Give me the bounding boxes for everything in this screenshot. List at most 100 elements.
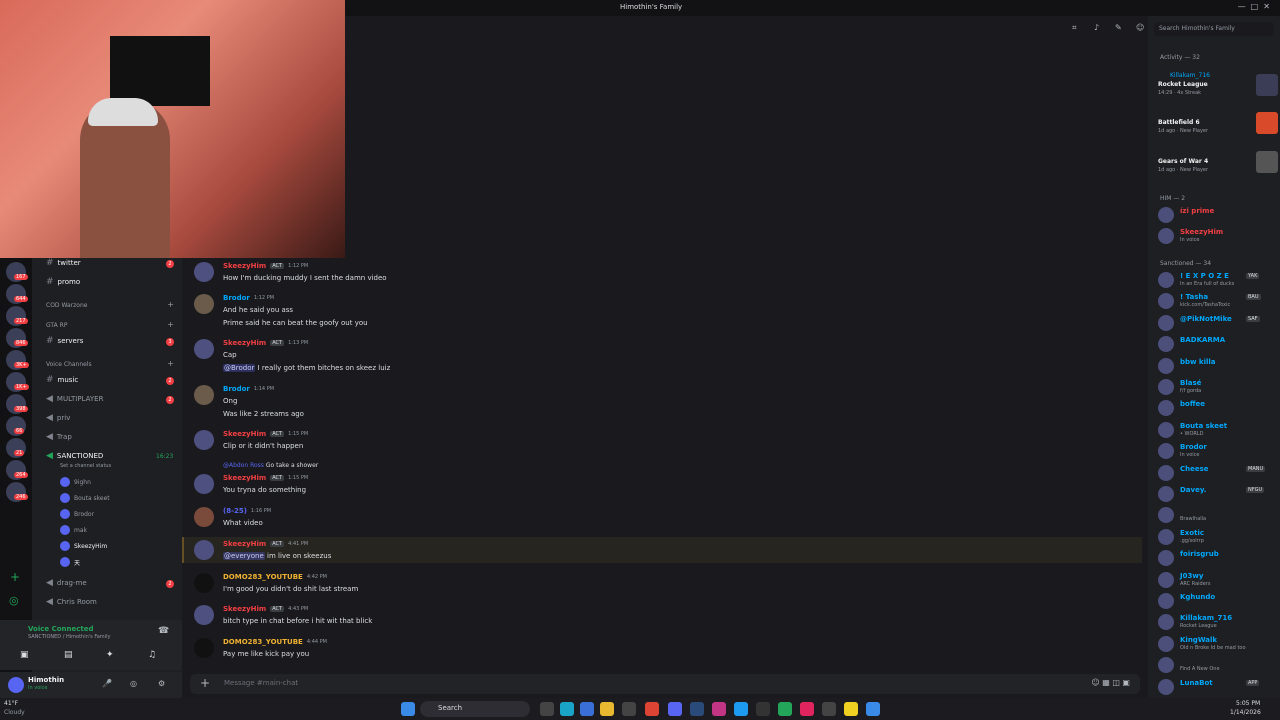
- soundboard-icon[interactable]: ♫: [148, 650, 156, 660]
- reply-preview[interactable]: @Abdon Ross Go take a shower: [223, 462, 318, 469]
- author-name[interactable]: SkeezyHim: [223, 262, 266, 270]
- app-icon[interactable]: [756, 702, 770, 716]
- voice-channel-sanctioned[interactable]: ◀ SANCTIONED: [46, 451, 103, 461]
- avatar[interactable]: [8, 677, 24, 693]
- author-name[interactable]: SkeezyHim: [223, 474, 266, 482]
- avatar[interactable]: [194, 262, 214, 282]
- member[interactable]: Davey. NFGU: [1158, 484, 1278, 504]
- member[interactable]: ízi prime: [1158, 205, 1278, 225]
- member[interactable]: Find A New One: [1158, 655, 1278, 675]
- member[interactable]: Bouta skeet • WORLD: [1158, 420, 1278, 440]
- members-icon[interactable]: ☺: [1136, 23, 1146, 33]
- search-input[interactable]: Search Himothin's Family: [1154, 22, 1274, 36]
- member[interactable]: @PikNotMike SAF: [1158, 313, 1278, 333]
- voice-user[interactable]: 9ighn: [60, 477, 91, 487]
- member[interactable]: foirisgrub: [1158, 548, 1278, 568]
- disconnect-icon[interactable]: ☎: [158, 626, 169, 636]
- windows-start-icon[interactable]: [401, 702, 415, 716]
- task-view-icon[interactable]: [540, 702, 554, 716]
- member[interactable]: Cheese MANU: [1158, 463, 1278, 483]
- chrome-icon[interactable]: [645, 702, 659, 716]
- app-icon[interactable]: [822, 702, 836, 716]
- add-attachment-icon[interactable]: +: [200, 676, 210, 690]
- notes-icon[interactable]: [844, 702, 858, 716]
- camera-icon[interactable]: ▣: [20, 650, 29, 660]
- voice-channel-chris-room[interactable]: ◀ Chris Room: [46, 597, 97, 607]
- category-gta-rp[interactable]: GTA RP: [46, 322, 67, 329]
- message-input[interactable]: + Message #main-chat ☺ ▦ ◫ ▣: [190, 674, 1140, 694]
- member[interactable]: Blasé f/f gorda: [1158, 377, 1278, 397]
- mic-icon[interactable]: 🎤: [102, 679, 112, 688]
- voice-user[interactable]: mak: [60, 525, 87, 535]
- weather-temp[interactable]: 41°F: [4, 700, 18, 707]
- member[interactable]: SkeezyHim In voice: [1158, 226, 1278, 246]
- author-name[interactable]: SkeezyHim: [223, 339, 266, 347]
- member[interactable]: Brawlhalla: [1158, 505, 1278, 525]
- author-name[interactable]: DOMO283_YOUTUBE: [223, 638, 303, 646]
- member[interactable]: Brodor In voice: [1158, 441, 1278, 461]
- author-name[interactable]: Brodor: [223, 385, 250, 393]
- avatar[interactable]: [194, 339, 214, 359]
- voice-channel-multiplayer[interactable]: ◀ MULTIPLAYER: [46, 394, 103, 404]
- channel-servers[interactable]: # servers: [46, 336, 83, 346]
- taskbar-search[interactable]: Search: [420, 701, 530, 717]
- tiktok-icon[interactable]: [800, 702, 814, 716]
- avatar[interactable]: [194, 605, 214, 625]
- category-voice-channels[interactable]: Voice Channels: [46, 361, 92, 368]
- avatar[interactable]: [194, 638, 214, 658]
- voice-user[interactable]: Brodor: [60, 509, 94, 519]
- app-icon[interactable]: [580, 702, 594, 716]
- avatar[interactable]: [194, 474, 214, 494]
- avatar[interactable]: [194, 294, 214, 314]
- activity-card[interactable]: Gears of War 4 1d ago · New Player: [1158, 149, 1278, 181]
- channel-promo[interactable]: # promo: [46, 277, 80, 287]
- add-channel-icon[interactable]: +: [167, 359, 174, 368]
- member[interactable]: BADKARMA: [1158, 334, 1278, 354]
- member[interactable]: J03wy ARC Raiders: [1158, 570, 1278, 590]
- add-channel-icon[interactable]: +: [167, 320, 174, 329]
- author-name[interactable]: DOMO283_YOUTUBE: [223, 573, 303, 581]
- author-name[interactable]: SkeezyHim: [223, 540, 266, 548]
- bell-icon[interactable]: ♪: [1094, 23, 1104, 33]
- user-mention[interactable]: @Brodor: [223, 364, 256, 372]
- window-controls[interactable]: — □ ✕: [1238, 2, 1270, 11]
- member[interactable]: LunaBot APP: [1158, 677, 1278, 697]
- gear-icon[interactable]: ⚙: [158, 679, 165, 688]
- emoji-icon[interactable]: ☺ ▦ ◫ ▣: [1091, 678, 1130, 687]
- avatar[interactable]: [194, 573, 214, 593]
- avatar[interactable]: [194, 507, 214, 527]
- voice-channel-priv[interactable]: ◀ priv: [46, 413, 70, 423]
- member[interactable]: ! Tasha BAU kick.com/TashaToxic: [1158, 291, 1278, 311]
- screenshare-icon[interactable]: ▤: [64, 650, 73, 660]
- activity-card[interactable]: Killakam_716 Rocket League 14:29 · 4x Stre…: [1158, 72, 1278, 104]
- member[interactable]: bbw killa: [1158, 356, 1278, 376]
- author-name[interactable]: SkeezyHim: [223, 430, 266, 438]
- set-channel-status[interactable]: Set a channel status: [60, 463, 111, 469]
- app-icon[interactable]: [778, 702, 792, 716]
- store-icon[interactable]: [622, 702, 636, 716]
- voice-user[interactable]: SkeezyHim: [60, 541, 107, 551]
- app-icon[interactable]: [866, 702, 880, 716]
- threads-icon[interactable]: ⌗: [1072, 23, 1082, 33]
- discover-icon[interactable]: ◎: [9, 594, 19, 607]
- avatar[interactable]: [194, 430, 214, 450]
- voice-channel-trap[interactable]: ◀ Trap: [46, 432, 72, 442]
- app-icon[interactable]: [734, 702, 748, 716]
- author-name[interactable]: SkeezyHim: [223, 605, 266, 613]
- voice-channel-drag-me[interactable]: ◀ drag-me: [46, 578, 87, 588]
- folder-icon[interactable]: [600, 702, 614, 716]
- category-cod-warzone[interactable]: COD Warzone: [46, 302, 87, 309]
- clock-time[interactable]: 5:05 PM: [1236, 700, 1260, 707]
- member[interactable]: boffee: [1158, 398, 1278, 418]
- channel-music[interactable]: # music: [46, 375, 78, 385]
- avatar[interactable]: [194, 385, 214, 405]
- steam-icon[interactable]: [690, 702, 704, 716]
- member[interactable]: Kghundo: [1158, 591, 1278, 611]
- edge-icon[interactable]: [560, 702, 574, 716]
- member[interactable]: KingWalk Old n Broke Id be mad too: [1158, 634, 1278, 654]
- member[interactable]: Killakam_716 Rocket League: [1158, 612, 1278, 632]
- headphones-icon[interactable]: ◎: [130, 679, 137, 688]
- voice-location[interactable]: SANCTIONED / Himothin's Family: [28, 634, 110, 640]
- voice-user[interactable]: 天: [60, 557, 80, 567]
- everyone-mention[interactable]: @everyone: [223, 552, 265, 560]
